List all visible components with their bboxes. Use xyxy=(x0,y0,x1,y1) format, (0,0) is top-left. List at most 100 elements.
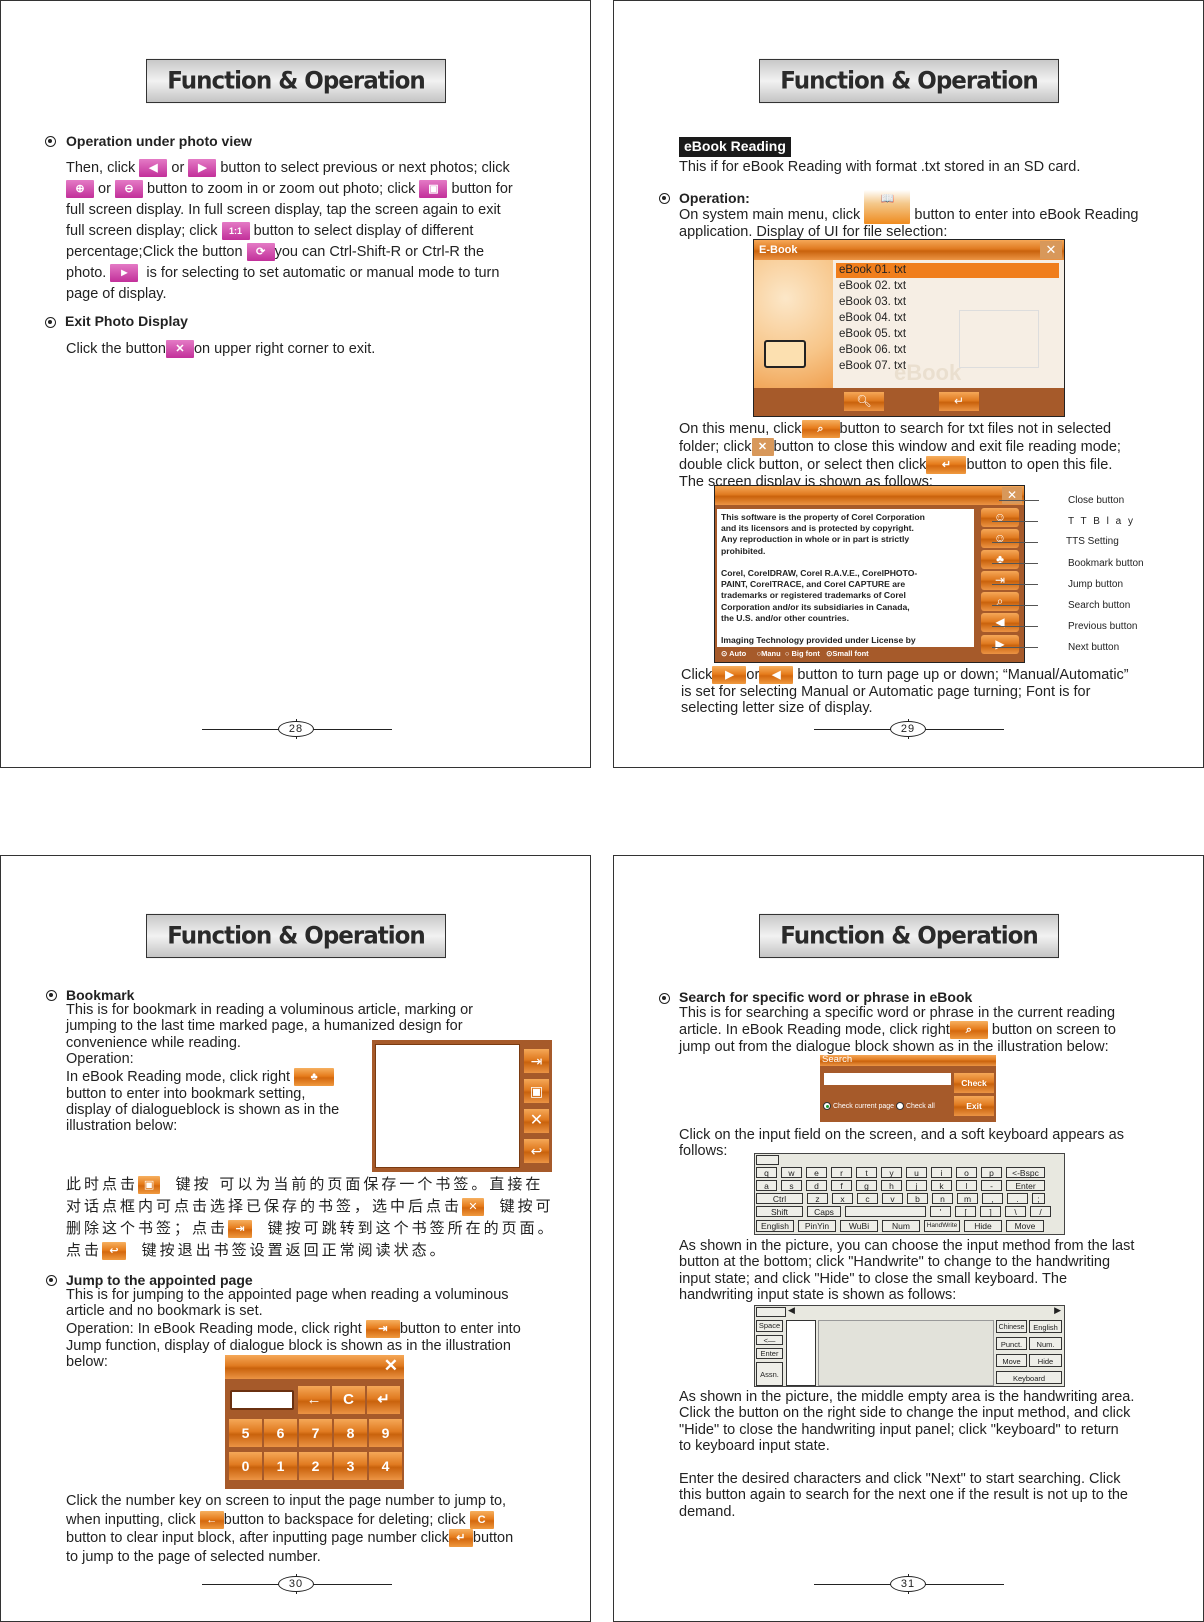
key-5[interactable]: 5 xyxy=(229,1419,262,1447)
key-2[interactable]: 2 xyxy=(299,1452,332,1480)
keyboard-key[interactable]: c xyxy=(857,1193,878,1204)
keyboard-key[interactable]: b xyxy=(907,1193,928,1204)
radio-check-current-page[interactable]: Check current page xyxy=(823,1102,894,1110)
keyboard-key[interactable]: e xyxy=(806,1167,827,1178)
bookmark-button[interactable]: ♣ xyxy=(981,550,1019,569)
return-button[interactable]: ↩ xyxy=(524,1139,549,1163)
keyboard-key[interactable]: ; xyxy=(1032,1193,1045,1204)
chinese-key[interactable]: Chinese xyxy=(996,1320,1027,1333)
keyboard-key[interactable]: x xyxy=(832,1193,853,1204)
hide-key[interactable]: Hide xyxy=(1029,1354,1062,1367)
keyboard-key[interactable]: k xyxy=(931,1180,952,1191)
backspace-key[interactable]: <— xyxy=(756,1335,783,1345)
jump-button[interactable]: ⇥ xyxy=(981,571,1019,590)
radio-small-font[interactable]: ⊙Small font xyxy=(826,649,869,658)
close-button[interactable]: ✕ xyxy=(1002,487,1022,504)
next-button[interactable]: ▶ xyxy=(981,635,1019,654)
handwriting-area[interactable] xyxy=(818,1320,994,1386)
keyboard-key[interactable]: - xyxy=(981,1180,1002,1191)
search-button[interactable]: 🔍︎ xyxy=(844,392,884,411)
keyboard-key[interactable]: Keyboard xyxy=(996,1371,1062,1384)
page-number-input[interactable] xyxy=(230,1390,294,1410)
keyboard-key[interactable]: r xyxy=(831,1167,852,1178)
key-6[interactable]: 6 xyxy=(264,1419,297,1447)
radio-auto[interactable]: ⊙ Auto xyxy=(721,649,746,658)
key-9[interactable]: 9 xyxy=(369,1419,402,1447)
search-button[interactable]: ⌕ xyxy=(981,592,1019,611)
file-item[interactable]: eBook 03. txt xyxy=(834,294,1064,310)
keyboard-key[interactable]: / xyxy=(1030,1206,1051,1217)
move-key[interactable]: Move xyxy=(996,1354,1027,1367)
jump-to-bookmark-button[interactable]: ⇥ xyxy=(524,1049,549,1073)
keyboard-key[interactable]: d xyxy=(806,1180,827,1191)
key-8[interactable]: 8 xyxy=(334,1419,367,1447)
open-button[interactable]: ↵ xyxy=(939,392,979,411)
file-item[interactable]: eBook 02. txt xyxy=(834,278,1064,294)
keyboard-key[interactable]: p xyxy=(981,1167,1002,1178)
space-key[interactable]: Space xyxy=(756,1320,783,1332)
keyboard-key[interactable]: . xyxy=(1007,1193,1028,1204)
file-item[interactable]: eBook 01. txt xyxy=(836,263,1059,278)
keyboard-key[interactable]: Ctrl xyxy=(756,1193,803,1204)
keyboard-key[interactable]: s xyxy=(781,1180,802,1191)
keyboard-key[interactable]: ] xyxy=(980,1206,1001,1217)
keyboard-key[interactable]: a xyxy=(756,1180,777,1191)
key-0[interactable]: 0 xyxy=(229,1452,262,1480)
keyboard-key[interactable]: HandWrite xyxy=(924,1220,960,1232)
tts-play-button[interactable]: ☺ xyxy=(981,508,1019,527)
scroll-left-icon[interactable]: ◀ xyxy=(788,1305,795,1316)
enter-button[interactable]: ↵ xyxy=(367,1386,400,1414)
keyboard-key[interactable]: f xyxy=(831,1180,852,1191)
keyboard-key[interactable]: \ xyxy=(1005,1206,1026,1217)
keyboard-key[interactable]: Shift xyxy=(756,1206,803,1217)
keyboard-key[interactable]: ' xyxy=(930,1206,951,1217)
save-bookmark-button[interactable]: ▣ xyxy=(524,1079,549,1103)
keyboard-key[interactable]: g xyxy=(856,1180,877,1191)
previous-button[interactable]: ◀ xyxy=(981,613,1019,632)
keyboard-key[interactable]: WuBi xyxy=(840,1220,878,1232)
keyboard-key[interactable]: , xyxy=(982,1193,1003,1204)
keyboard-key[interactable]: m xyxy=(957,1193,978,1204)
backspace-button[interactable]: ← xyxy=(298,1386,330,1414)
key-4[interactable]: 4 xyxy=(369,1452,402,1480)
key-3[interactable]: 3 xyxy=(334,1452,367,1480)
english-key[interactable]: English xyxy=(1029,1320,1062,1333)
keyboard-key[interactable]: Enter xyxy=(1006,1180,1045,1191)
keyboard-key[interactable]: Move xyxy=(1006,1220,1044,1232)
close-button[interactable]: ✕ xyxy=(1040,241,1062,259)
keyboard-key[interactable]: v xyxy=(882,1193,903,1204)
radio-check-all[interactable]: Check all xyxy=(896,1102,935,1110)
radio-big-font[interactable]: ○ Big font xyxy=(785,649,820,658)
keyboard-key[interactable]: q xyxy=(756,1167,777,1178)
assn-key[interactable]: Assn. xyxy=(756,1362,783,1386)
bookmark-list[interactable] xyxy=(375,1044,520,1168)
keyboard-key[interactable]: [ xyxy=(955,1206,976,1217)
scroll-right-icon[interactable]: ▶ xyxy=(1054,1305,1061,1316)
keyboard-key[interactable] xyxy=(845,1206,926,1217)
tts-setting-button[interactable]: ☺ xyxy=(981,529,1019,548)
check-button[interactable]: Check xyxy=(954,1073,994,1093)
num-key[interactable]: Num. xyxy=(1029,1337,1062,1350)
keyboard-key[interactable]: Hide xyxy=(964,1220,1002,1232)
keyboard-key[interactable]: PinYin xyxy=(798,1220,836,1232)
keyboard-key[interactable]: y xyxy=(881,1167,902,1178)
keyboard-input-field[interactable] xyxy=(756,1155,779,1165)
exit-button[interactable]: Exit xyxy=(954,1096,994,1116)
keyboard-key[interactable]: o xyxy=(956,1167,977,1178)
radio-manu[interactable]: ○Manu xyxy=(757,649,781,658)
keyboard-key[interactable]: z xyxy=(807,1193,828,1204)
delete-bookmark-button[interactable]: ✕ xyxy=(524,1109,549,1133)
keyboard-key[interactable]: <-Bspc xyxy=(1006,1167,1045,1178)
close-button[interactable]: ✕ xyxy=(384,1356,398,1376)
keyboard-key[interactable]: u xyxy=(906,1167,927,1178)
keyboard-key[interactable]: j xyxy=(906,1180,927,1191)
enter-key[interactable]: Enter xyxy=(756,1348,783,1359)
clear-button[interactable]: C xyxy=(332,1386,365,1414)
candidate-list[interactable] xyxy=(786,1320,816,1386)
keyboard-key[interactable]: Caps xyxy=(807,1206,841,1217)
keyboard-key[interactable]: t xyxy=(856,1167,877,1178)
punct-key[interactable]: Punct. xyxy=(996,1337,1027,1350)
keyboard-key[interactable]: l xyxy=(956,1180,977,1191)
keyboard-key[interactable]: h xyxy=(881,1180,902,1191)
keyboard-key[interactable]: n xyxy=(932,1193,953,1204)
